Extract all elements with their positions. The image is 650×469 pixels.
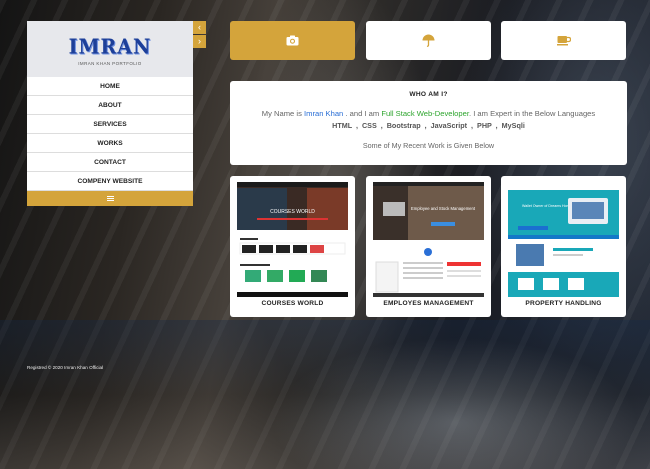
hamburger-icon xyxy=(106,196,114,201)
intro-prefix: My Name is xyxy=(261,109,302,118)
about-title: WHO AM I? xyxy=(409,91,448,98)
work-title: PROPERTY HANDLING xyxy=(525,300,602,307)
courses-world-thumbnail: COURSES WORLD xyxy=(237,182,348,297)
logo-box: IMRAN IMRAN KHAN PORTFOLIO xyxy=(27,21,193,77)
coffee-cup-icon xyxy=(556,36,571,46)
about-intro: My Name is Imran Khan . and I am Full St… xyxy=(230,109,627,118)
chevron-right-icon: › xyxy=(198,36,201,46)
coffee-button[interactable] xyxy=(501,21,626,60)
background-floor xyxy=(0,320,650,469)
author-name: Imran Khan xyxy=(304,109,344,118)
logo[interactable]: IMRAN xyxy=(27,35,193,59)
camera-button[interactable] xyxy=(230,21,355,60)
menu-toggle-button[interactable] xyxy=(27,191,193,206)
thumb-heading: COURSES WORLD xyxy=(270,209,315,215)
nav-item-company-website[interactable]: COMPENY WEBSITE xyxy=(27,172,193,191)
work-title: COURSES WORLD xyxy=(261,300,324,307)
property-handling-thumbnail: Wallet Owner of Dreams Home xyxy=(508,182,619,297)
work-title: EMPLOYES MANAGEMENT xyxy=(383,300,474,307)
work-card-employes-management[interactable]: Employee and Stock Management EMPLOYES M… xyxy=(366,176,491,317)
nav-item-services[interactable]: SERVICES xyxy=(27,115,193,134)
nav-item-works[interactable]: WORKS xyxy=(27,134,193,153)
work-card-courses-world[interactable]: COURSES WORLD COURSES WORLD xyxy=(230,176,355,317)
work-card-property-handling[interactable]: Wallet Owner of Dreams Home PROPERTY HAN… xyxy=(501,176,626,317)
employes-management-thumbnail: Employee and Stock Management xyxy=(373,182,484,297)
intro-suffix: . I am Expert in the Below Languages xyxy=(468,109,596,118)
umbrella-button[interactable] xyxy=(366,21,491,60)
thumb-heading: Employee and Stock Management xyxy=(411,206,476,211)
sidebar-expand-button[interactable]: › xyxy=(193,35,206,48)
sidebar: IMRAN IMRAN KHAN PORTFOLIO HOME ABOUT SE… xyxy=(27,21,193,208)
logo-tagline: IMRAN KHAN PORTFOLIO xyxy=(78,61,142,66)
author-role: Full Stack Web-Developer xyxy=(381,109,469,118)
nav-item-home[interactable]: HOME xyxy=(27,77,193,96)
chevron-left-icon: ‹ xyxy=(198,22,201,32)
camera-icon xyxy=(286,35,299,46)
footer-copyright: Registred © 2020 Imran Khan Official xyxy=(27,365,104,370)
thumb-heading: Wallet Owner of Dreams Home xyxy=(522,204,572,208)
nav-item-about[interactable]: ABOUT xyxy=(27,96,193,115)
umbrella-icon xyxy=(422,34,435,47)
nav-menu: HOME ABOUT SERVICES WORKS CONTACT COMPEN… xyxy=(27,77,193,191)
languages-list: HTML , CSS , Bootstrap , JavaScript , PH… xyxy=(332,121,525,130)
nav-item-contact[interactable]: CONTACT xyxy=(27,153,193,172)
recent-work-text: Some of My Recent Work is Given Below xyxy=(362,141,495,150)
sidebar-collapse-button[interactable]: ‹ xyxy=(193,21,206,34)
intro-mid: . and I am xyxy=(345,109,380,118)
about-card: WHO AM I? My Name is Imran Khan . and I … xyxy=(230,81,627,165)
